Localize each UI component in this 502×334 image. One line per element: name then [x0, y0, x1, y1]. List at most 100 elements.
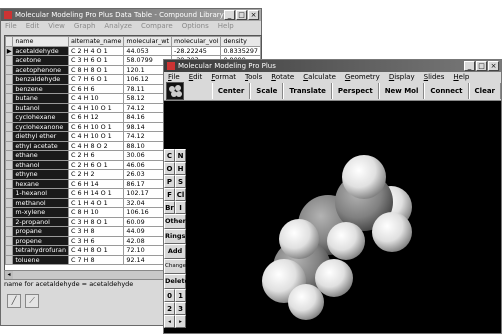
menu-item-compare[interactable]: Compare	[141, 22, 173, 30]
row-selector[interactable]	[5, 169, 14, 180]
row-selector[interactable]	[5, 112, 14, 123]
menu-item-edit[interactable]: Edit	[26, 22, 40, 30]
menu-item-options[interactable]: Options	[182, 22, 209, 30]
menu-item-view[interactable]: View	[48, 22, 65, 30]
scroll-left-icon[interactable]: ◂	[5, 271, 13, 279]
row-selector[interactable]	[5, 226, 14, 237]
cell-alternate-name[interactable]: C 4 H 10 O 1	[68, 102, 125, 113]
current-row-marker-icon[interactable]: ▶	[5, 45, 14, 56]
menu-item-edit[interactable]: Edit	[189, 73, 203, 81]
cell-name[interactable]: ethanol	[12, 159, 70, 170]
palette-button-f[interactable]: F	[164, 188, 175, 201]
cell-alternate-name[interactable]: C 7 H 8	[68, 254, 125, 265]
column-header-molecular-vol[interactable]: molecular_vol	[171, 36, 222, 47]
cell-alternate-name[interactable]: C 4 H 8 O 2	[68, 140, 125, 151]
cell-name[interactable]: ethyne	[12, 169, 70, 180]
cell-alternate-name[interactable]: C 8 H 8 O 1	[68, 64, 125, 75]
cell-alternate-name[interactable]: C 6 H 14 O 1	[68, 188, 125, 199]
row-selector[interactable]	[5, 159, 14, 170]
cell-alternate-name[interactable]: C 6 H 14	[68, 178, 125, 189]
cell-name[interactable]: tetrahydrofuran	[12, 245, 70, 256]
cell-alternate-name[interactable]: C 4 H 10	[68, 93, 125, 104]
translate-button[interactable]: Translate	[283, 83, 332, 99]
cell-name[interactable]: 1-hexanol	[12, 188, 70, 199]
row-selector[interactable]	[5, 64, 14, 75]
molecule-thumbnail-icon[interactable]	[166, 82, 184, 100]
cell-alternate-name[interactable]: C 3 H 8 O 1	[68, 216, 125, 227]
cell-name[interactable]: propane	[12, 226, 70, 237]
menu-item-slides[interactable]: Slides	[424, 73, 445, 81]
cell-molecular-wt[interactable]: 44.053	[123, 45, 173, 56]
row-selector[interactable]	[5, 83, 14, 94]
cell-name[interactable]: diethyl ether	[12, 131, 70, 142]
cell-name[interactable]: 2-propanol	[12, 216, 70, 227]
column-header-density[interactable]: density	[220, 36, 261, 47]
menu-item-analyze[interactable]: Analyze	[104, 22, 132, 30]
cell-alternate-name[interactable]: C 2 H 2	[68, 169, 125, 180]
palette-button-[interactable]: ◂	[164, 315, 175, 328]
edit-pencil-icon[interactable]: ╱	[7, 294, 21, 308]
menu-item-rotate[interactable]: Rotate	[271, 73, 294, 81]
row-selector[interactable]	[5, 102, 14, 113]
minimize-icon[interactable]: _	[224, 10, 235, 20]
cell-name[interactable]: acetaldehyde	[12, 45, 70, 56]
column-header-molecular-wt[interactable]: molecular_wt	[123, 36, 173, 47]
maximize-icon[interactable]: □	[476, 61, 487, 71]
close-icon[interactable]: ×	[488, 61, 499, 71]
cell-alternate-name[interactable]: C 6 H 12	[68, 112, 125, 123]
row-selector[interactable]	[5, 140, 14, 151]
column-header-name[interactable]: name	[12, 36, 70, 47]
palette-button-1[interactable]: 1	[175, 289, 186, 302]
row-selector[interactable]	[5, 197, 14, 208]
row-selector[interactable]	[5, 254, 14, 265]
palette-button-h[interactable]: H	[175, 162, 186, 175]
cell-alternate-name[interactable]: C 2 H 6 O 1	[68, 159, 125, 170]
cell-name[interactable]: cyclohexanone	[12, 121, 70, 132]
row-selector[interactable]	[5, 121, 14, 132]
cell-name[interactable]: cyclohexane	[12, 112, 70, 123]
clear-button[interactable]: Clear	[468, 83, 501, 99]
palette-button-0[interactable]: 0	[164, 289, 175, 302]
palette-button-n[interactable]: N	[175, 149, 186, 162]
row-selector[interactable]	[5, 55, 14, 66]
cell-name[interactable]: ethyl acetate	[12, 140, 70, 151]
cell-alternate-name[interactable]: C 4 H 8 O 1	[68, 245, 125, 256]
cell-name[interactable]: benzene	[12, 83, 70, 94]
cell-name[interactable]: propene	[12, 235, 70, 246]
viewer-titlebar[interactable]: Molecular Modeling Pro Plus _ □ ×	[164, 60, 501, 72]
new-mol-button[interactable]: New Mol	[378, 83, 425, 99]
row-selector[interactable]	[5, 245, 14, 256]
palette-button-cl[interactable]: Cl	[175, 188, 186, 201]
maximize-icon[interactable]: □	[236, 10, 247, 20]
row-selector[interactable]	[5, 188, 14, 199]
cell-alternate-name[interactable]: C 3 H 6 O 1	[68, 55, 125, 66]
cell-alternate-name[interactable]: C 6 H 10 O 1	[68, 121, 125, 132]
cell-alternate-name[interactable]: C 1 H 4 O 1	[68, 197, 125, 208]
palette-button-i[interactable]: I	[175, 201, 186, 214]
cell-name[interactable]: acetophenone	[12, 64, 70, 75]
menu-item-file[interactable]: File	[5, 22, 17, 30]
cell-alternate-name[interactable]: C 7 H 6 O 1	[68, 74, 125, 85]
row-selector[interactable]	[5, 150, 14, 161]
add-button[interactable]: Add	[164, 244, 186, 259]
delete-button[interactable]: Delete	[164, 274, 189, 289]
cell-molecular-vol[interactable]: -28.22245	[171, 45, 222, 56]
menu-item-help[interactable]: Help	[453, 73, 469, 81]
cell-alternate-name[interactable]: C 3 H 6	[68, 235, 125, 246]
menu-item-graph[interactable]: Graph	[74, 22, 95, 30]
cell-name[interactable]: acetone	[12, 55, 70, 66]
menu-item-tools[interactable]: Tools	[245, 73, 262, 81]
cell-name[interactable]: methanol	[12, 197, 70, 208]
menu-item-help[interactable]: Help	[218, 22, 234, 30]
cell-alternate-name[interactable]: C 2 H 6	[68, 150, 125, 161]
cell-density[interactable]: 0.8335297	[220, 45, 261, 56]
data-table-titlebar[interactable]: Molecular Modeling Pro Plus Data Table -…	[1, 9, 261, 21]
cell-name[interactable]: butane	[12, 93, 70, 104]
row-selector[interactable]	[5, 207, 14, 218]
cell-name[interactable]: ethane	[12, 150, 70, 161]
center-button[interactable]: Center	[211, 83, 251, 99]
cell-name[interactable]: toluene	[12, 254, 70, 265]
palette-button-c[interactable]: C	[164, 149, 175, 162]
menu-item-geometry[interactable]: Geometry	[345, 73, 380, 81]
change-button[interactable]: Change	[164, 259, 186, 274]
